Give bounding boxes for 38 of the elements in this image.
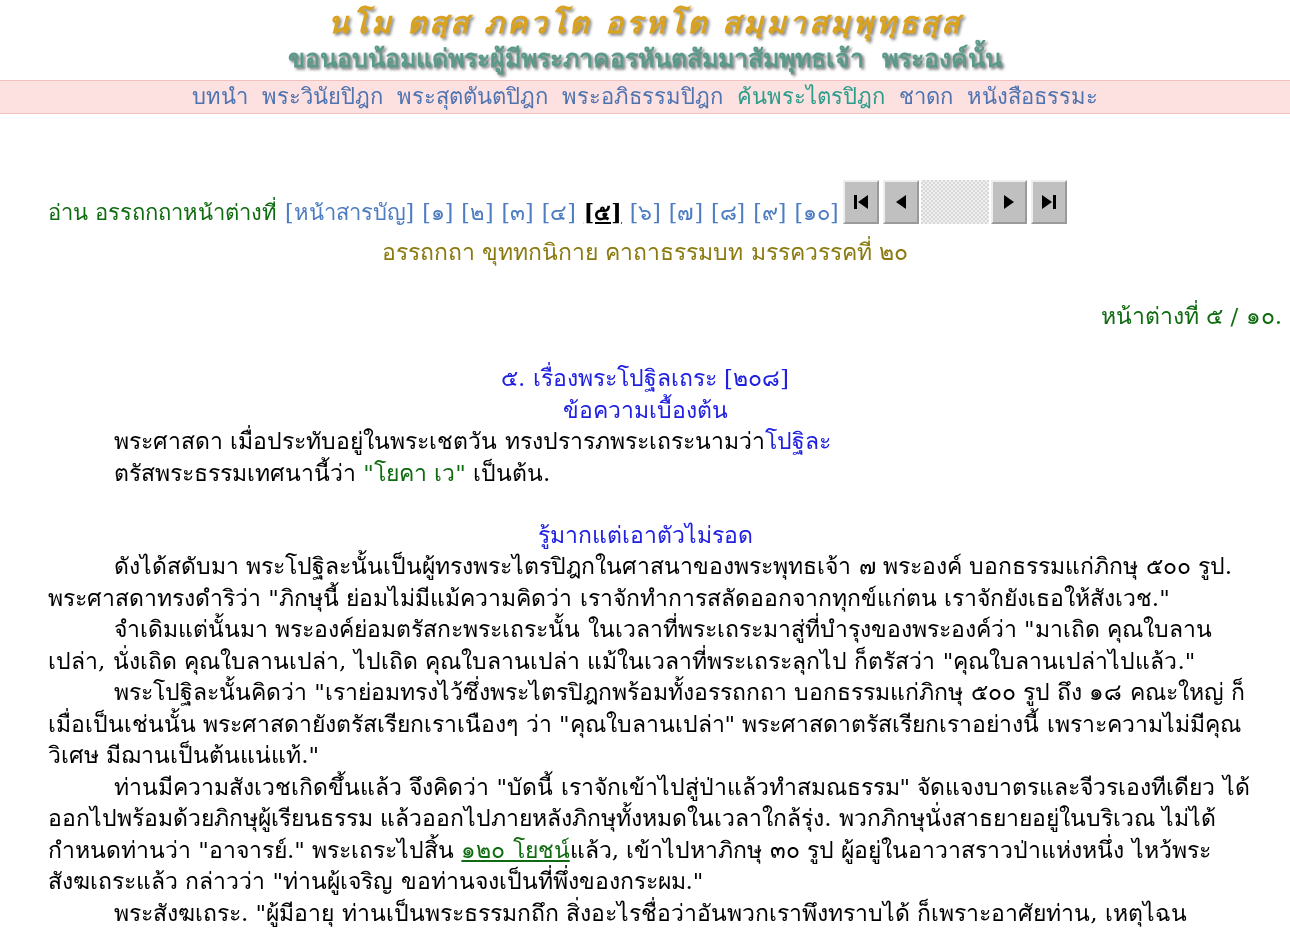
page-link[interactable]: [๙]: [753, 195, 787, 230]
section-heading: รู้มากแต่เอาตัวไม่รอด: [536, 521, 754, 550]
nav-link[interactable]: พระวินัยปิฎก: [262, 83, 383, 111]
paragraph: ดังได้สดับมา พระโปฐิละนั้นเป็นผู้ทรงพระไตรปิฎกในศาสนาของพระพุทธเจ้า ๗ พระองค์ บอกธรรมแก่ภิกษุ ๕๐๐ รูป. พระศาสดาทรงดำริว่า "ภิกษุนี้ ย่อมไม่มีแม้ความคิดว่า เราจักทำการสลัดออกจากทุกข์แก่ตน เราจักยังเธอให้สังเวช.": [0, 551, 1290, 614]
page-indicator: หน้าต่างที่ ๕ / ๑๐.: [1101, 298, 1282, 334]
page-link[interactable]: [๖]: [629, 195, 661, 230]
skip-back-icon: [851, 192, 870, 212]
first-page-button[interactable]: [842, 180, 879, 224]
story-title: ๕. เรื่องพระโปฐิลเถระ [๒๐๘]: [0, 362, 1290, 394]
nav-link[interactable]: ค้นพระไตรปิฎก: [737, 83, 885, 111]
last-page-button[interactable]: [1030, 180, 1067, 224]
page-link[interactable]: [หน้าสารบัญ]: [285, 195, 415, 230]
nav-link[interactable]: พระอภิธรรมปิฎก: [562, 83, 723, 111]
page-link[interactable]: [๗]: [668, 195, 704, 230]
page-link[interactable]: [๔]: [541, 195, 576, 230]
next-page-button[interactable]: [990, 180, 1027, 224]
nav-link[interactable]: หนังสือธรรมะ: [967, 83, 1098, 111]
skip-forward-icon: [1039, 192, 1058, 212]
paragraph: จำเดิมแต่นั้นมา พระองค์ย่อมตรัสกะพระเถระนั้น ในเวลาที่พระเถระมาสู่ที่บำรุงของพระองค์ว่า "มาเถิด คุณใบลานเปล่า, นั่งเถิด คุณใบลานเปล่า, ไปเถิด คุณใบลานเปล่า แม้ในเวลาที่พระเถระลุกไป ก็ตรัสว่า "คุณใบลานเปล่าไปแล้ว.": [0, 614, 1290, 677]
nav-link[interactable]: พระสุตตันตปิฎก: [397, 83, 548, 111]
page-link[interactable]: [๑]: [422, 195, 454, 230]
pager-spacer: [920, 180, 989, 224]
nav-link[interactable]: บทนำ: [192, 83, 248, 111]
paragraph: พระสังฆเถระ. "ผู้มีอายุ ท่านเป็นพระธรรมกถึก สิ่งอะไรชื่อว่าอันพวกเราพึงทราบได้ ก็เพราะอาศัยท่าน, เหตุไฉน: [113, 897, 1188, 929]
page-link[interactable]: [๑๐]: [794, 195, 839, 230]
paragraph: พระโปฐิละนั้นคิดว่า "เราย่อมทรงไว้ซึ่งพระไตรปิฎกพร้อมทั้งอรรถกถา บอกธรรมแก่ภิกษุ ๕๐๐ รูป ถึง ๑๘ คณะใหญ่ ก็เมื่อเป็นเช่นนั้น พระศาสดายังตรัสเรียกเราเนืองๆ ว่า "คุณใบลานเปล่า" พระศาสดาตรัสเรียกเราอย่างนี้ เพราะความไม่มีคุณวิเศษ มีฌานเป็นต้นแน่แท้.": [0, 677, 1290, 772]
section-heading: ข้อความเบื้องต้น: [0, 394, 1290, 426]
book-title: อรรถกถา ขุททกนิกาย คาถาธรรมบท มรรควรรคที่ ๒๐: [0, 234, 1290, 270]
page-link[interactable]: [๓]: [501, 195, 534, 230]
pager-label: อ่าน อรรถกถาหน้าต่างที่: [48, 195, 277, 230]
previous-page-button[interactable]: [882, 180, 919, 224]
paragraph: ท่านมีความสังเวชเกิดขึ้นแล้ว จึงคิดว่า "บัดนี้ เราจักเข้าไปสู่ป่าแล้วทำสมณธรรม" จัดแจงบาตรและจีวรเองทีเดียว ได้ออกไปพร้อมด้วยภิกษุผู้เรียนธรรม แล้วออกไปภายหลังภิกษุทั้งหมดในเวลาใกล้รุ่ง. พวกภิกษุนั่งสาธยายอยู่ในบริเวณ ไม่ได้กำหนดท่านว่า "อาจารย์." พระเถระไปสิ้น ๑๒๐ โยชน์แล้ว, เข้าไปหาภิกษุ ๓๐ รูป ผู้อยู่ในอาวาสราวป่าแห่งหนึ่ง ไหว้พระสังฆเถระแล้ว กล่าวว่า "ท่านผู้เจริญ ขอท่านจงเป็นที่พึ่งของกระผม.": [47, 771, 1251, 897]
paragraph: พระศาสดา เมื่อประทับอยู่ในพระเชตวัน ทรงปรารภพระเถระนามว่าโปฐิละ ตรัสพระธรรมเทศนานี้ว่า "โยคา เว" เป็นต้น.: [0, 426, 1290, 489]
page-link[interactable]: [๒]: [461, 195, 494, 230]
nav-link[interactable]: ชาดก: [899, 83, 953, 111]
page-link[interactable]: [๕]: [583, 195, 622, 230]
text-link[interactable]: ๑๒๐ โยชน์: [461, 836, 570, 863]
page-link[interactable]: [๘]: [711, 195, 746, 230]
